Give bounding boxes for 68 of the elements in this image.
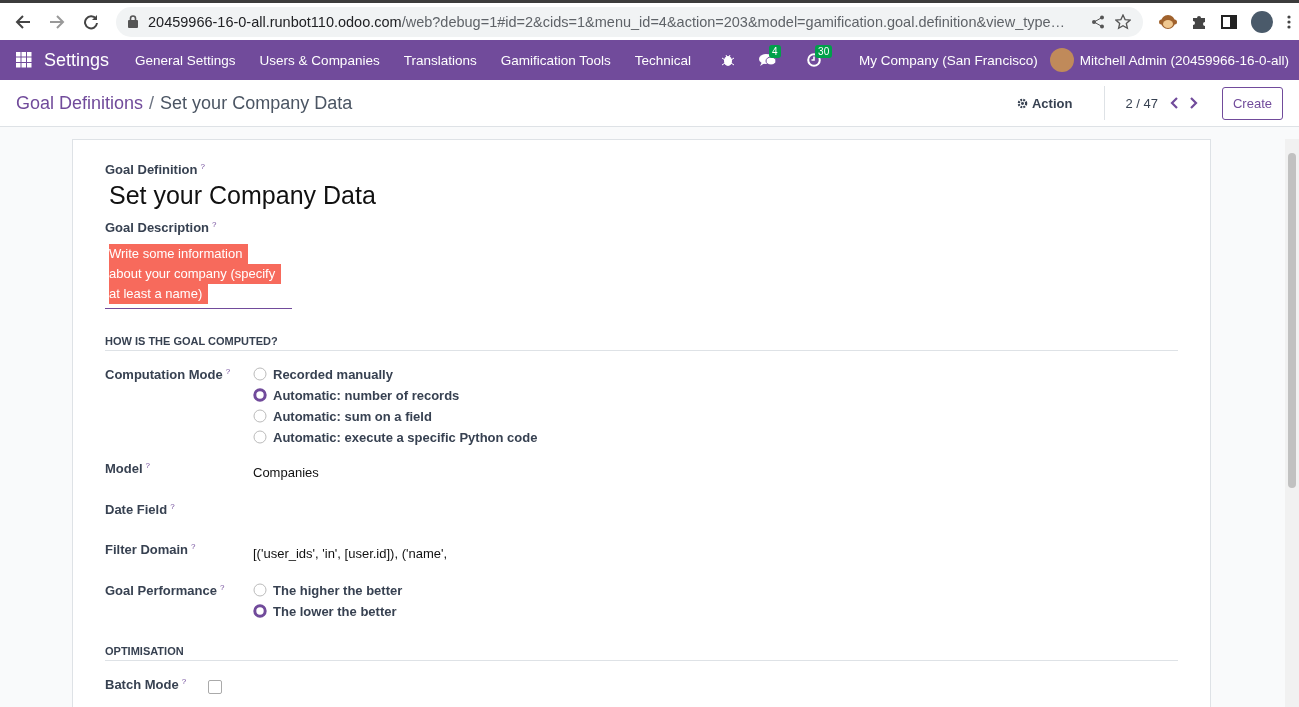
star-icon[interactable] [1115,13,1131,30]
puzzle-icon[interactable] [1191,13,1207,30]
checkbox[interactable] [208,679,222,694]
field-label: Computation Mode [105,367,223,382]
radio-option-label[interactable]: Automatic: number of records [273,387,460,403]
breadcrumb-current: Set your Company Data [160,92,353,114]
app-name[interactable]: Settings [44,49,110,71]
radio-button[interactable] [253,367,267,382]
url-text: 20459966-16-0-all.runbot110.odoo.com/web?debug=1#id=2&cids=1&menu_id=4&action=203&model=gamification.goal.definition&view_type… [148,13,1067,30]
field-label: Filter Domain [105,542,189,557]
help-mark[interactable]: ? [181,676,187,686]
field-label: Goal Definition [105,162,198,178]
pager-counter[interactable]: 2 / 47 [1125,95,1158,111]
profile-avatar[interactable] [1251,10,1273,33]
menu-item[interactable]: Gamification Tools [488,52,623,68]
menu-item[interactable]: Technical [622,52,704,68]
radio-option-label[interactable]: The lower the better [273,603,397,619]
help-mark[interactable]: ? [145,460,150,470]
menu-item[interactable]: Translations [391,52,489,68]
breadcrumb-separator: / [149,92,155,114]
name-field[interactable]: Set your Company Data [109,181,1178,211]
breadcrumb-link[interactable]: Goal Definitions [16,92,144,114]
scrollbar[interactable] [1285,139,1299,707]
field-label: Goal Description [105,220,210,236]
radio-button[interactable] [253,430,267,445]
menu-item[interactable]: Users & Companies [247,52,392,68]
address-bar[interactable]: 20459966-16-0-all.runbot110.odoo.com/web?debug=1#id=2&cids=1&menu_id=4&action=203&model=gamification.goal.definition&view_type… [116,6,1143,37]
help-mark[interactable]: ? [170,501,175,511]
forward-arrow-icon[interactable] [49,13,65,30]
user-menu[interactable]: Mitchell Admin (20459966-16-0-all) [1077,52,1291,68]
field-value[interactable]: Companies [253,464,1178,480]
lock-icon [128,15,138,28]
sidebar-icon[interactable] [1221,13,1237,30]
field-label: Goal Performance [105,583,217,598]
radio-button[interactable] [253,583,267,598]
reload-icon[interactable] [83,13,99,30]
action-menu-button[interactable]: Action [1011,94,1079,112]
company-switcher[interactable]: My Company (San Francisco) [847,52,1050,68]
radio-option-label[interactable]: The higher the better [273,582,403,598]
share-icon[interactable] [1091,14,1105,29]
help-mark[interactable]: ? [225,366,231,376]
monkey-icon[interactable] [1159,12,1177,31]
radio-option-label[interactable]: Automatic: execute a specific Python code [273,429,538,445]
message-count-badge: 4 [769,45,781,58]
field-label: Model [105,461,143,476]
field-label: Batch Mode [105,677,179,692]
back-arrow-icon[interactable] [15,13,31,30]
menu-item[interactable]: General Settings [123,52,248,68]
create-button[interactable]: Create [1221,86,1283,120]
radio-button[interactable] [253,388,267,403]
radio-button[interactable] [253,604,267,619]
help-mark[interactable]: ? [200,162,205,171]
section-heading: OPTIMISATION [105,644,1178,661]
app-grid-icon[interactable] [16,52,32,68]
menu-icon[interactable] [1287,14,1291,29]
section-heading: HOW IS THE GOAL COMPUTED? [105,334,1178,351]
activity-count-badge: 30 [815,45,833,58]
help-mark[interactable]: ? [191,541,196,551]
field-label: Date Field [105,502,168,517]
field-value[interactable]: [('user_ids', 'in', [user.id]), ('name', [253,545,1178,561]
help-mark[interactable]: ? [220,582,225,592]
help-mark[interactable]: ? [212,220,217,230]
gear-icon [1017,97,1028,109]
radio-option-label[interactable]: Recorded manually [273,366,393,382]
radio-button[interactable] [253,409,267,424]
radio-option-label[interactable]: Automatic: sum on a field [273,408,432,424]
clock-icon[interactable] [807,53,822,67]
bug-icon[interactable] [721,53,736,67]
